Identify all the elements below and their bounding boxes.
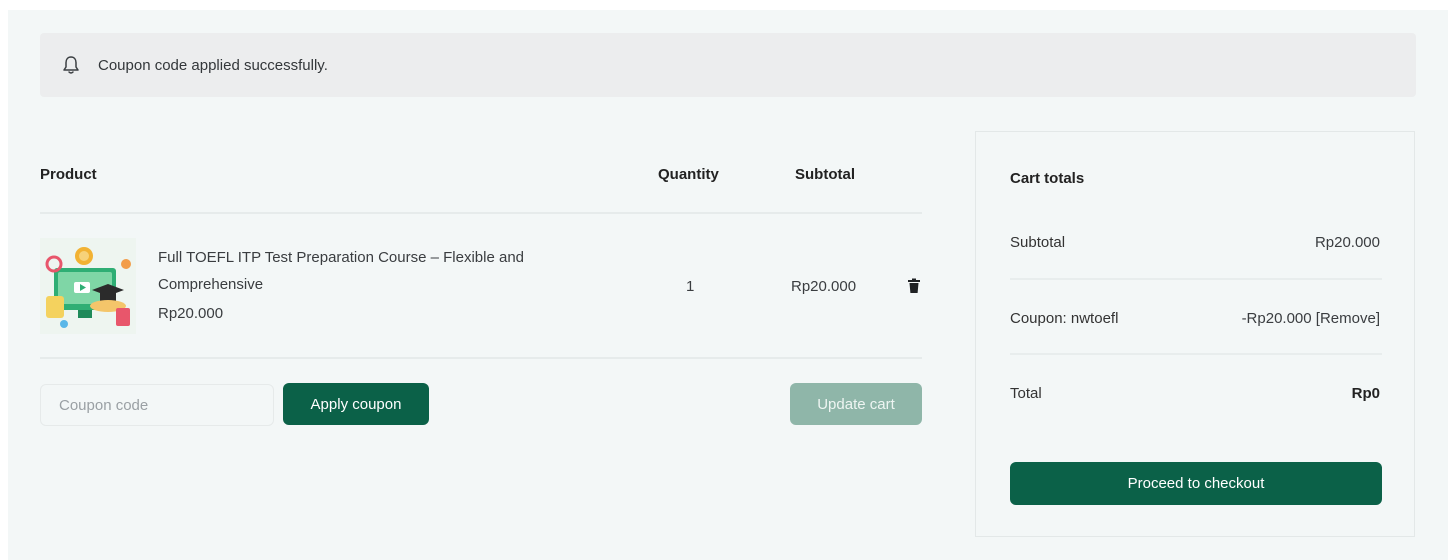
subtotal-label: Subtotal <box>1010 234 1066 251</box>
success-notice: Coupon code applied successfully. <box>40 33 1416 97</box>
update-cart-button[interactable]: Update cart <box>790 383 922 425</box>
coupon-code-input[interactable] <box>40 384 274 426</box>
divider <box>40 357 922 359</box>
coupon-label: Coupon: nwtoefl <box>1010 310 1119 327</box>
proceed-to-checkout-button[interactable]: Proceed to checkout <box>1010 462 1382 505</box>
column-header-subtotal: Subtotal <box>795 166 855 183</box>
total-label: Total <box>1010 385 1042 402</box>
divider <box>1010 353 1382 355</box>
cart-totals-title: Cart totals <box>1010 170 1085 187</box>
product-price: Rp20.000 <box>158 305 224 322</box>
bell-icon <box>62 55 80 75</box>
notice-message: Coupon code applied successfully. <box>98 56 328 74</box>
cart-totals-panel: Cart totals Subtotal Rp20.000 Coupon: nw… <box>975 131 1415 537</box>
product-name-link[interactable]: Full TOEFL ITP Test Preparation Course –… <box>158 244 588 298</box>
coupon-discount-value: -Rp20.000 <box>1241 310 1312 327</box>
column-header-product: Product <box>40 166 97 183</box>
divider <box>40 212 922 214</box>
product-subtotal: Rp20.000 <box>791 278 857 295</box>
apply-coupon-button[interactable]: Apply coupon <box>283 383 429 425</box>
coupon-discount: -Rp20.000 [Remove] <box>1242 310 1380 327</box>
divider <box>1010 278 1382 280</box>
column-header-quantity: Quantity <box>658 166 719 183</box>
total-value: Rp0 <box>1351 385 1380 402</box>
remove-coupon-link[interactable]: [Remove] <box>1316 310 1380 327</box>
product-quantity[interactable]: 1 <box>686 278 694 295</box>
product-thumbnail[interactable] <box>40 238 136 334</box>
trash-icon[interactable] <box>907 278 921 294</box>
subtotal-value: Rp20.000 <box>1314 234 1380 251</box>
